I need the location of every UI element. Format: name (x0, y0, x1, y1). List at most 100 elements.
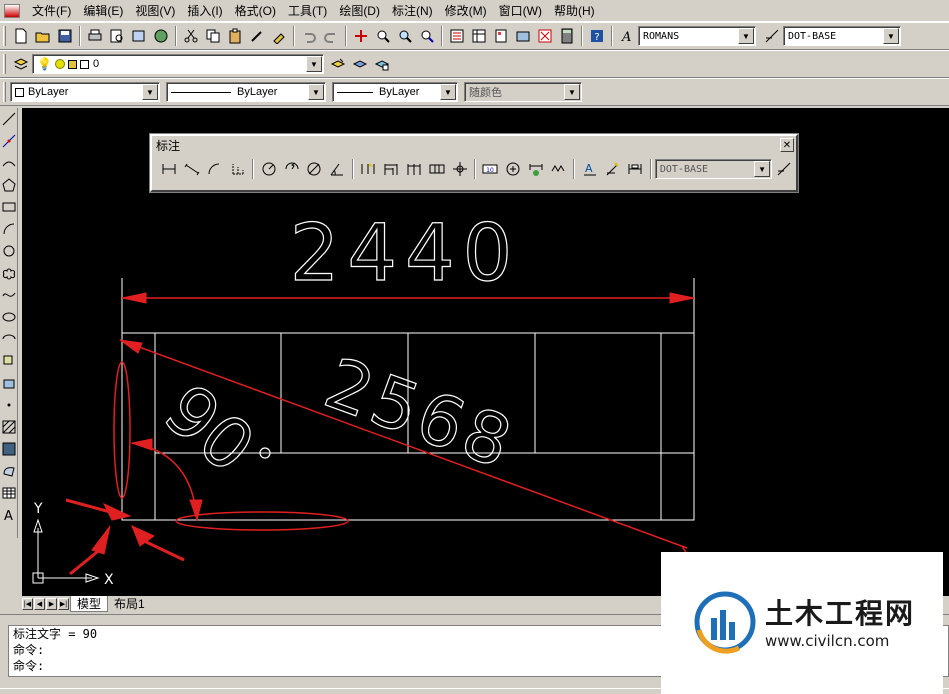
linetype-select[interactable]: ByLayer ▼ (166, 82, 326, 102)
diameter-dim-icon[interactable] (304, 159, 325, 179)
text-style-select[interactable]: ROMANS ▼ (638, 26, 756, 46)
preview-icon[interactable] (107, 26, 127, 46)
menu-tools[interactable]: 工具(T) (282, 1, 333, 21)
polygon-icon[interactable] (0, 174, 18, 196)
insert-block-icon[interactable] (0, 350, 18, 372)
menu-edit[interactable]: 编辑(E) (77, 1, 129, 21)
table-icon[interactable] (0, 482, 18, 504)
text-style-icon[interactable]: A (617, 26, 637, 46)
next-tab-icon[interactable]: ▶ (46, 598, 57, 610)
polyline-icon[interactable] (0, 152, 18, 174)
linear-dim-icon[interactable] (159, 159, 180, 179)
chevron-down-icon[interactable]: ▼ (564, 84, 580, 100)
open-icon[interactable] (33, 26, 53, 46)
make-block-icon[interactable] (0, 372, 18, 394)
baseline-dim-icon[interactable] (381, 159, 402, 179)
paste-icon[interactable] (225, 26, 245, 46)
copy-icon[interactable] (203, 26, 223, 46)
ordinate-dim-icon[interactable] (228, 159, 249, 179)
menu-format[interactable]: 格式(O) (229, 1, 282, 21)
dim-update-icon[interactable]: A (579, 159, 600, 179)
point-icon[interactable] (0, 394, 18, 416)
menu-help[interactable]: 帮助(H) (548, 1, 601, 21)
ellipse-arc-icon[interactable] (0, 328, 18, 350)
dim-text-edit-icon[interactable] (549, 159, 570, 179)
arc-length-dim-icon[interactable] (205, 159, 226, 179)
radius-dim-icon[interactable] (258, 159, 279, 179)
continue-dim-icon[interactable] (403, 159, 424, 179)
center-mark-icon[interactable] (449, 159, 470, 179)
properties-icon[interactable] (447, 26, 467, 46)
region-icon[interactable] (0, 460, 18, 482)
jog-line-icon[interactable] (503, 159, 524, 179)
menu-draw[interactable]: 绘图(D) (333, 1, 386, 21)
block-editor-icon[interactable] (269, 26, 289, 46)
toolbar-grip[interactable] (3, 26, 6, 46)
tab-layout1[interactable]: 布局1 (108, 596, 151, 612)
print-icon[interactable] (85, 26, 105, 46)
chevron-down-icon[interactable]: ▼ (142, 84, 158, 100)
dim-style-select-floating[interactable]: DOT-BASE ▼ (654, 159, 773, 179)
toolbar-grip[interactable] (3, 82, 6, 102)
match-properties-icon[interactable] (247, 26, 267, 46)
dim-style-manager-icon[interactable] (602, 159, 623, 179)
undo-icon[interactable] (299, 26, 319, 46)
angular-dim-icon[interactable] (327, 159, 348, 179)
multiline-text-icon[interactable]: A (0, 504, 18, 526)
dim-style-icon[interactable] (774, 159, 795, 179)
layer-previous-icon[interactable] (350, 54, 370, 74)
chevron-down-icon[interactable]: ▼ (738, 28, 754, 44)
quick-dim-icon[interactable] (358, 159, 379, 179)
pan-icon[interactable] (351, 26, 371, 46)
chevron-down-icon[interactable]: ▼ (883, 28, 899, 44)
web-icon[interactable] (151, 26, 171, 46)
plot-style-select[interactable]: 随颜色 ▼ (464, 82, 582, 102)
tolerance-icon[interactable] (426, 159, 447, 179)
menu-file[interactable]: 文件(F) (26, 1, 77, 21)
new-icon[interactable] (11, 26, 31, 46)
toolbar-grip[interactable] (3, 54, 6, 74)
menu-insert[interactable]: 插入(I) (181, 1, 228, 21)
first-tab-icon[interactable]: |◀ (22, 598, 33, 610)
close-icon[interactable]: ✕ (780, 138, 794, 152)
jogged-dim-icon[interactable] (281, 159, 302, 179)
design-center-icon[interactable] (469, 26, 489, 46)
ellipse-icon[interactable] (0, 306, 18, 328)
last-tab-icon[interactable]: ▶| (58, 598, 69, 610)
zoom-realtime-icon[interactable] (373, 26, 393, 46)
menu-window[interactable]: 窗口(W) (493, 1, 548, 21)
dimension-toolbar-titlebar[interactable]: 标注 ✕ (152, 136, 796, 154)
circle-icon[interactable] (0, 240, 18, 262)
zoom-window-icon[interactable] (395, 26, 415, 46)
tab-model[interactable]: 模型 (70, 596, 109, 612)
layer-select[interactable]: 💡 0 ▼ (32, 54, 324, 74)
dimension-toolbar[interactable]: 标注 ✕ 10 A DOT-BASE ▼ (150, 134, 798, 192)
dim-override-icon[interactable] (625, 159, 646, 179)
revision-cloud-icon[interactable] (0, 262, 18, 284)
app-icon[interactable] (4, 3, 20, 18)
arc-icon[interactable] (0, 218, 18, 240)
rectangle-icon[interactable] (0, 196, 18, 218)
tool-palettes-icon[interactable] (491, 26, 511, 46)
line-icon[interactable] (0, 108, 18, 130)
prev-tab-icon[interactable]: ◀ (34, 598, 45, 610)
cut-icon[interactable] (181, 26, 201, 46)
chevron-down-icon[interactable]: ▼ (440, 84, 456, 100)
redo-icon[interactable] (321, 26, 341, 46)
help-icon[interactable]: ? (587, 26, 607, 46)
menu-view[interactable]: 视图(V) (129, 1, 181, 21)
inspect-icon[interactable]: 10 (480, 159, 501, 179)
make-current-layer-icon[interactable] (328, 54, 348, 74)
menu-modify[interactable]: 修改(M) (439, 1, 493, 21)
markup-icon[interactable] (535, 26, 555, 46)
gradient-icon[interactable] (0, 438, 18, 460)
color-select[interactable]: ByLayer ▼ (10, 82, 160, 102)
spline-icon[interactable] (0, 284, 18, 306)
dim-style-select[interactable]: DOT-BASE ▼ (783, 26, 901, 46)
dim-style-icon[interactable] (762, 26, 782, 46)
publish-icon[interactable] (129, 26, 149, 46)
sheet-set-icon[interactable] (513, 26, 533, 46)
calculator-icon[interactable] (557, 26, 577, 46)
aligned-dim-icon[interactable] (182, 159, 203, 179)
hatch-icon[interactable] (0, 416, 18, 438)
